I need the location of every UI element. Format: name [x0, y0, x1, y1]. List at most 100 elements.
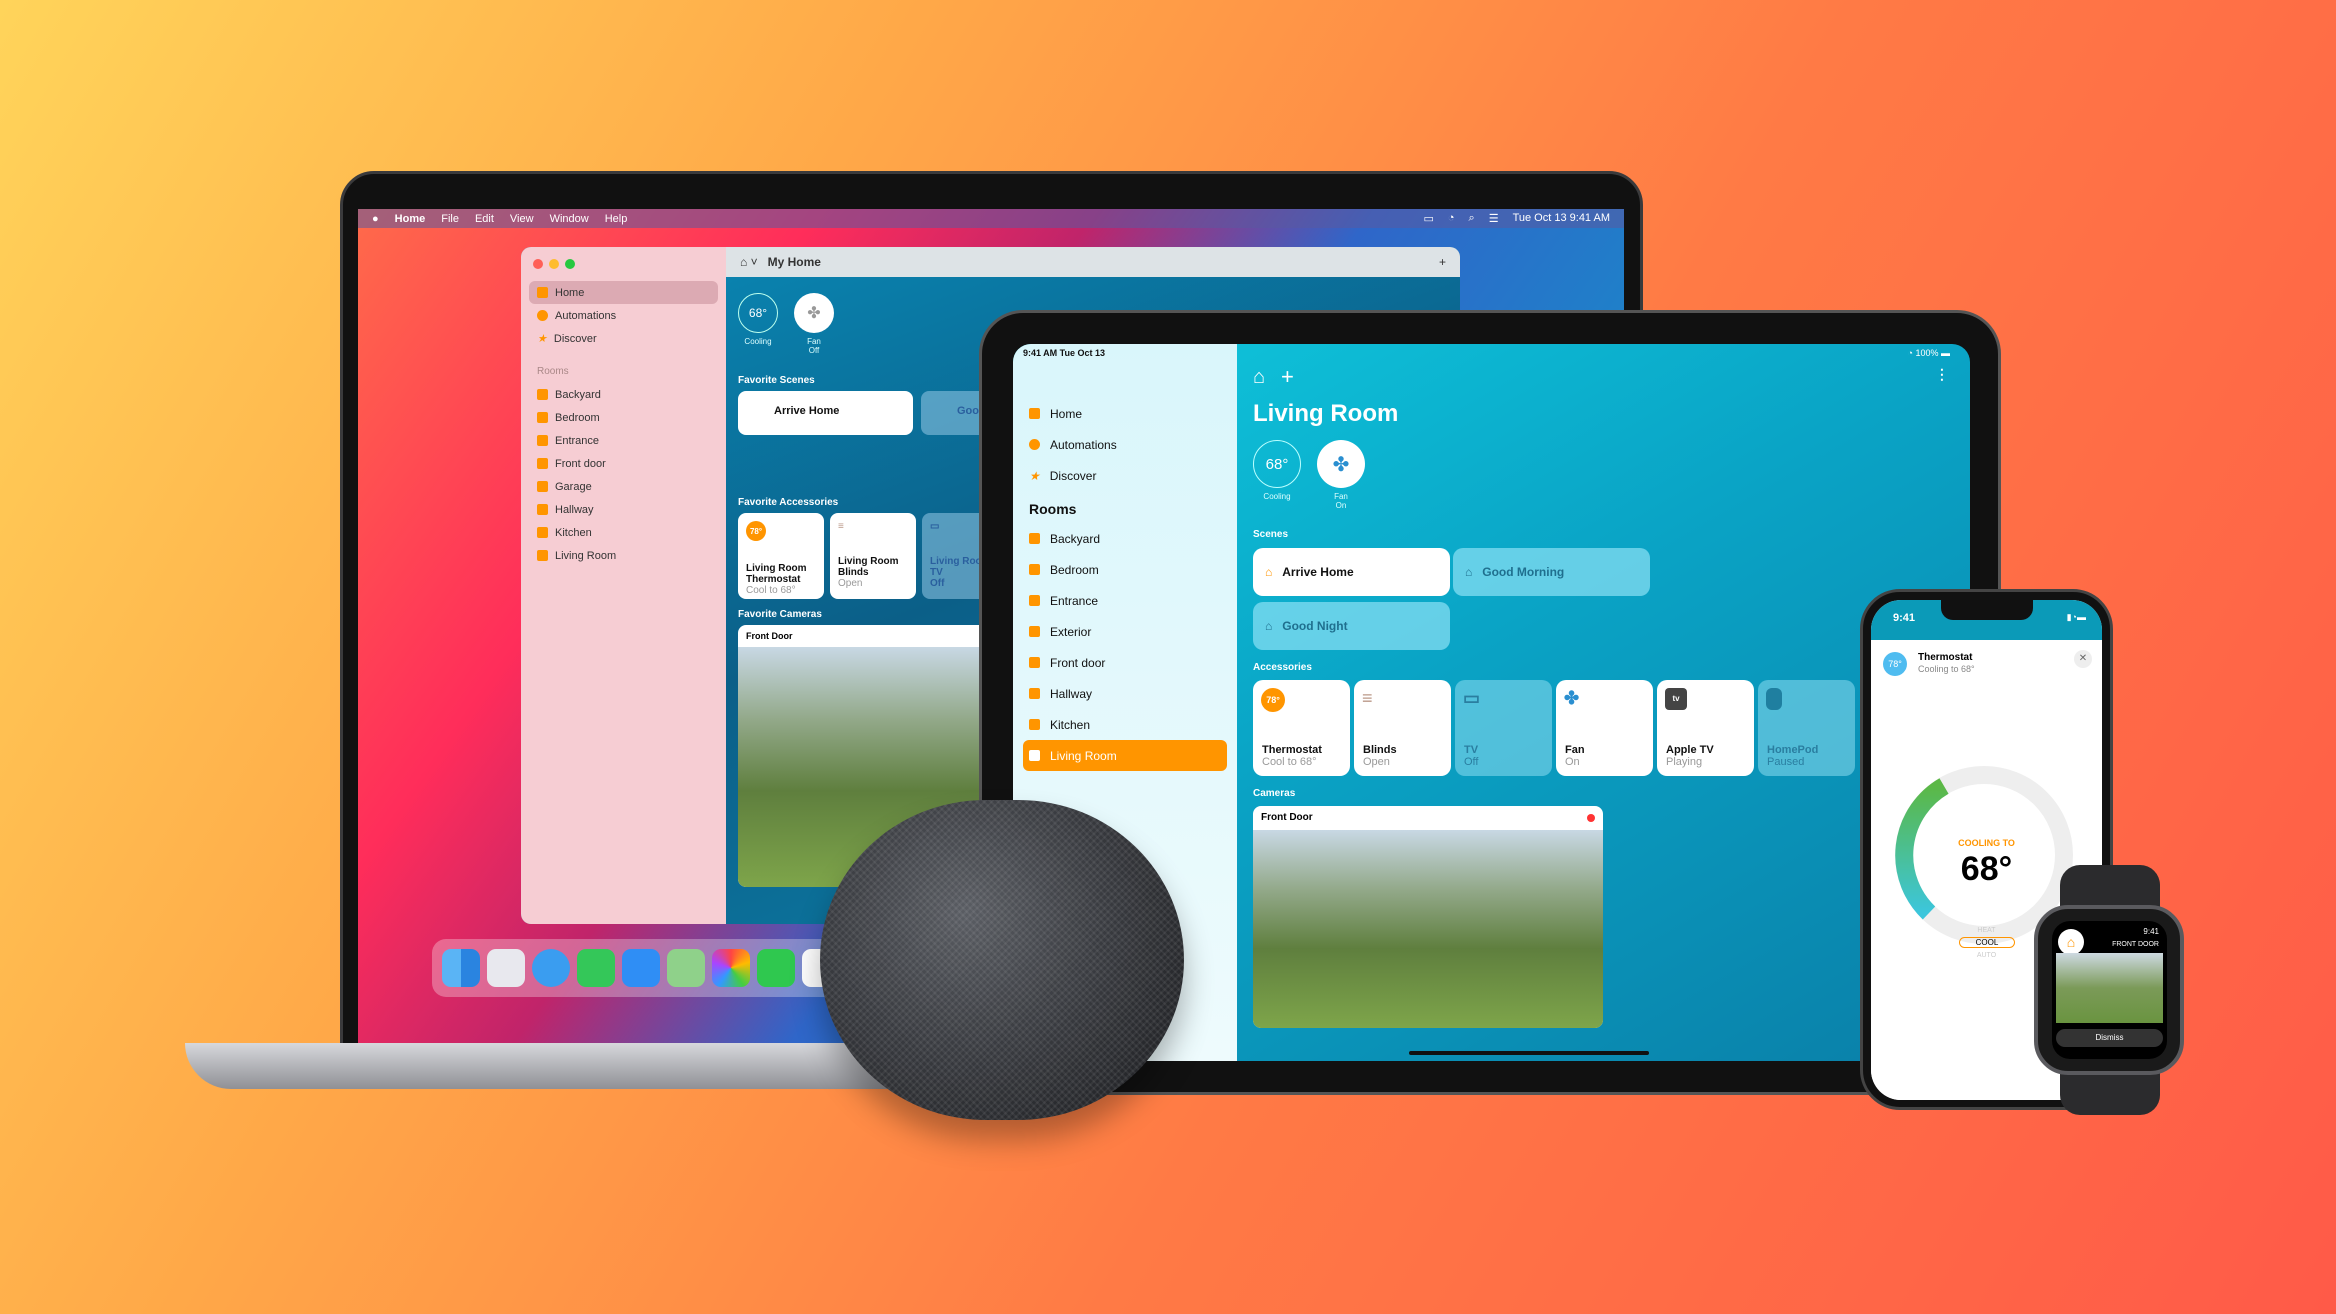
sidebar-room-bedroom[interactable]: Bedroom [529, 406, 718, 429]
sidebar-room-hallway[interactable]: Hallway [529, 498, 718, 521]
scene-good-morning[interactable]: ⌂ Good Morning [1453, 548, 1650, 596]
sidebar-room-backyard[interactable]: Backyard [529, 383, 718, 406]
sidebar-room-living-room[interactable]: Living Room [529, 544, 718, 567]
add-button[interactable]: + [1439, 255, 1446, 269]
safari-icon[interactable] [532, 949, 570, 987]
sidebar-room-entrance[interactable]: Entrance [529, 429, 718, 452]
close-button[interactable]: ✕ [2074, 650, 2092, 668]
mode-cool[interactable]: COOL [1959, 937, 2015, 948]
room-icon [1029, 595, 1040, 606]
sidebar-room-garage[interactable]: Garage [529, 475, 718, 498]
close-button[interactable] [533, 259, 543, 269]
sidebar-item-label: Home [555, 286, 585, 299]
fan-icon: ✤ [807, 305, 821, 322]
thermostat-status-button[interactable]: 68° [1253, 440, 1301, 488]
finder-icon[interactable] [442, 949, 480, 987]
sidebar-item-label: Bedroom [555, 411, 600, 424]
mail-icon[interactable] [622, 949, 660, 987]
facetime-icon[interactable] [757, 949, 795, 987]
menu-edit[interactable]: Edit [475, 213, 494, 225]
card-subtitle: Cooling to 68° [1918, 664, 1975, 674]
room-icon [537, 389, 548, 400]
ipad-room-living-room[interactable]: Living Room [1023, 740, 1227, 771]
camera-snapshot[interactable] [2056, 953, 2163, 1023]
room-icon [537, 458, 548, 469]
favorite-scenes-header: Favorite Scenes [738, 375, 815, 386]
ipad-room-bedroom[interactable]: Bedroom [1023, 554, 1227, 585]
home-indicator[interactable] [1409, 1051, 1649, 1055]
ipad-room-backyard[interactable]: Backyard [1023, 523, 1227, 554]
notch [1941, 600, 2033, 620]
thermostat-status-button[interactable]: 68° [738, 293, 778, 333]
messages-icon[interactable] [577, 949, 615, 987]
add-button[interactable]: + [1281, 364, 1294, 390]
ipad-sidebar-discover[interactable]: ★ Discover [1023, 460, 1227, 491]
sidebar-item-label: Automations [555, 309, 617, 322]
accessory-thermostat[interactable]: 78° Living Room Thermostat Cool to 68° [738, 513, 824, 599]
sidebar-item-label: Garage [555, 480, 592, 493]
accessory-tv[interactable]: ▭ TV Off [1455, 680, 1552, 776]
wifi-icon[interactable]: ◔ [1448, 212, 1455, 225]
ipad-room-kitchen[interactable]: Kitchen [1023, 709, 1227, 740]
clock-check-icon [537, 310, 548, 321]
accessory-homepod[interactable]: HomePod Paused [1758, 680, 1855, 776]
window-title: My Home [767, 255, 821, 269]
accessories-header: Accessories [1253, 662, 1312, 673]
room-icon [1029, 533, 1040, 544]
home-icon[interactable]: ⌂ [1253, 366, 1265, 389]
sidebar-item-automations[interactable]: Automations [529, 304, 718, 327]
fan-status-button[interactable]: ✤ [794, 293, 834, 333]
control-center-icon[interactable]: ☰ [1489, 212, 1499, 225]
search-icon[interactable]: ⌕ [1469, 212, 1475, 225]
menu-help[interactable]: Help [605, 213, 628, 225]
ipad-room-hallway[interactable]: Hallway [1023, 678, 1227, 709]
ipad-sidebar-home[interactable]: Home [1023, 398, 1227, 429]
sidebar-room-kitchen[interactable]: Kitchen [529, 521, 718, 544]
tv-icon: ▭ [1463, 688, 1481, 708]
launchpad-icon[interactable] [487, 949, 525, 987]
siri-waveform-icon[interactable]: ⫶ [1940, 366, 1945, 387]
menu-file[interactable]: File [441, 213, 459, 225]
thermostat-badge-icon: 78° [1261, 688, 1285, 712]
zoom-button[interactable] [565, 259, 575, 269]
thermostat-badge-icon: 78° [746, 521, 766, 541]
apple-menu-icon[interactable]: ● [372, 213, 379, 225]
sidebar-item-label: Living Room [555, 549, 617, 562]
sidebar-item-label: Hallway [555, 503, 594, 516]
ipad-sidebar-automations[interactable]: Automations [1023, 429, 1227, 460]
home-menu-icon[interactable]: ⌂ ˅ [740, 255, 758, 269]
fan-icon: ✤ [1564, 688, 1580, 708]
sidebar-room-front-door[interactable]: Front door [529, 452, 718, 475]
room-icon [1029, 688, 1040, 699]
minimize-button[interactable] [549, 259, 559, 269]
accessory-apple-tv[interactable]: tv Apple TV Playing [1657, 680, 1754, 776]
menu-app-home[interactable]: Home [395, 213, 426, 225]
accessory-blinds[interactable]: ≡ Living Room Blinds Open [830, 513, 916, 599]
accessory-blinds[interactable]: ≡ Blinds Open [1354, 680, 1451, 776]
sidebar-item-home[interactable]: Home [529, 281, 718, 304]
room-icon [537, 504, 548, 515]
dismiss-button[interactable]: Dismiss [2056, 1029, 2163, 1047]
dock [432, 939, 852, 997]
ipad-room-front-door[interactable]: Front door [1023, 647, 1227, 678]
sidebar-item-discover[interactable]: ★ Discover [529, 327, 718, 350]
cameras-header: Cameras [1253, 788, 1296, 799]
ipad-room-exterior[interactable]: Exterior [1023, 616, 1227, 647]
accessory-thermostat[interactable]: 78° Thermostat Cool to 68° [1253, 680, 1350, 776]
home-app-icon: ⌂ [2058, 929, 2084, 955]
maps-icon[interactable] [667, 949, 705, 987]
accessory-fan[interactable]: ✤ Fan On [1556, 680, 1653, 776]
ipad-room-entrance[interactable]: Entrance [1023, 585, 1227, 616]
battery-icon[interactable]: ▭ [1423, 212, 1433, 225]
scene-good-night[interactable]: ⌂ Good Night [1253, 602, 1450, 650]
scene-arrive-home[interactable]: Arrive Home [738, 391, 913, 435]
menu-view[interactable]: View [510, 213, 534, 225]
fan-status-button[interactable]: ✤ [1317, 440, 1365, 488]
camera-front-door[interactable]: Front Door [1253, 806, 1603, 1028]
room-icon [537, 527, 548, 538]
menu-clock[interactable]: Tue Oct 13 9:41 AM [1513, 212, 1610, 225]
photos-icon[interactable] [712, 949, 750, 987]
menu-window[interactable]: Window [550, 213, 589, 225]
scene-arrive-home[interactable]: ⌂ Arrive Home [1253, 548, 1450, 596]
sidebar-item-label: Discover [553, 332, 597, 345]
